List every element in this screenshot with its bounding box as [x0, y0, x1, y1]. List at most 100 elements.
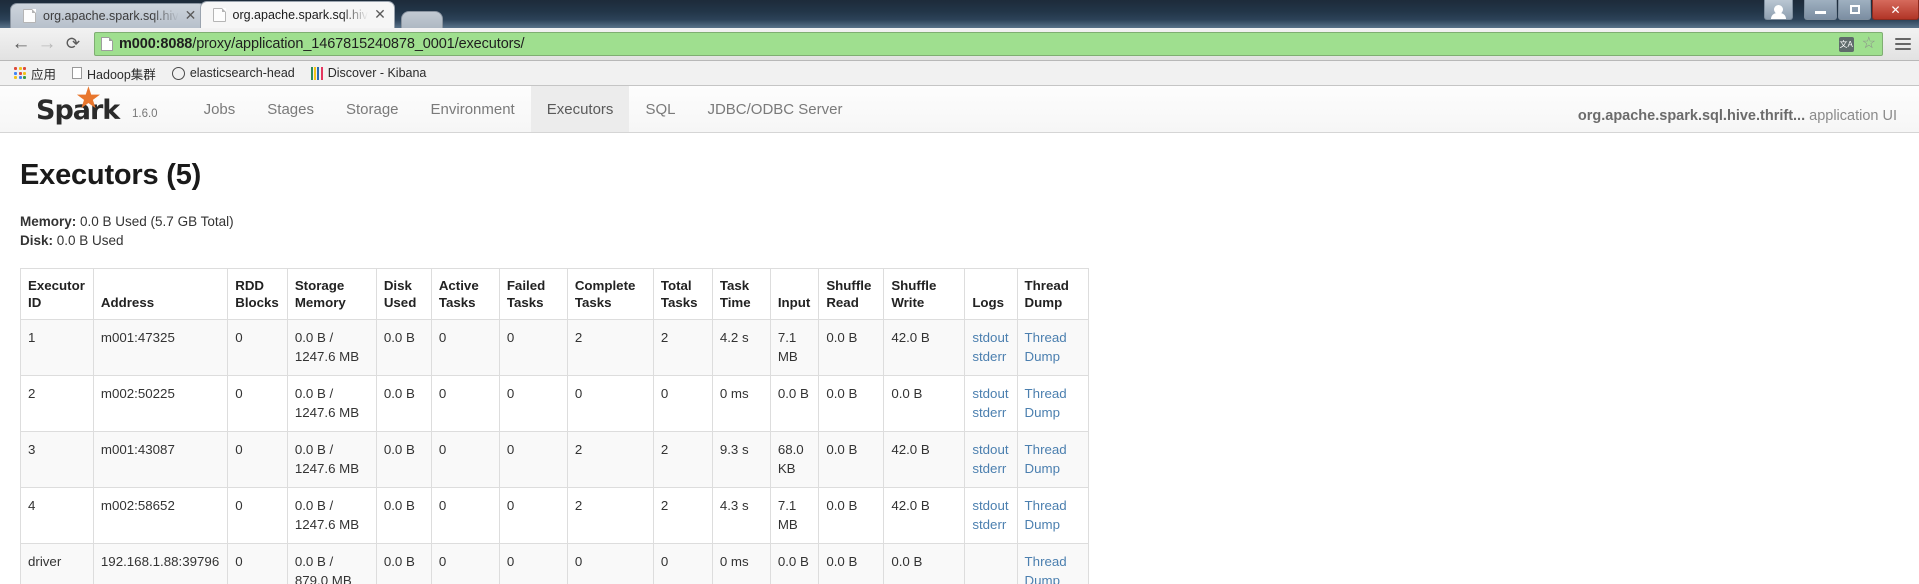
bookmark-elasticsearch-head[interactable]: elasticsearch-head [164, 63, 303, 83]
application-title-suffix: application UI [1805, 108, 1897, 124]
cell-complete-tasks: 0 [566, 375, 654, 432]
bookmark-hadoop[interactable]: Hadoop集群 [64, 63, 164, 83]
executors-table-body: 1 m001:47325 0 0.0 B / 1247.6 MB 0.0 B 0 0 2 2 4.… [20, 319, 1089, 584]
nav-tab-stages[interactable]: Stages [251, 86, 330, 132]
application-title: org.apache.spark.sql.hive.thrift... appl… [1578, 108, 1897, 124]
cell-shuffle-write: 42.0 B [883, 431, 966, 488]
cell-executor-id: driver [20, 543, 94, 584]
cell-storage-memory: 0.0 B / 1247.6 MB [286, 431, 377, 488]
cell-storage-memory: 0.0 B / 1247.6 MB [286, 375, 377, 432]
col-rdd-blocks[interactable]: RDD Blocks [227, 268, 288, 320]
bookmark-apps[interactable]: 应用 [6, 63, 64, 83]
cell-task-time: 9.3 s [711, 431, 771, 488]
thread-dump-link[interactable]: Thread Dump [1025, 498, 1067, 532]
log-link-wrapper: stderr [972, 403, 1008, 422]
col-input[interactable]: Input [769, 268, 820, 320]
page-content: Executors (5) Memory: 0.0 B Used (5.7 GB… [0, 159, 1919, 584]
col-address[interactable]: Address [92, 268, 229, 320]
maximize-button[interactable] [1838, 0, 1871, 20]
log-link-wrapper: stderr [972, 515, 1008, 534]
new-tab-button[interactable] [401, 11, 443, 28]
col-storage-memory[interactable]: Storage Memory [286, 268, 377, 320]
nav-tab-jobs[interactable]: Jobs [188, 86, 252, 132]
log-link-stderr[interactable]: stderr [972, 349, 1006, 364]
col-total-tasks[interactable]: Total Tasks [652, 268, 713, 320]
col-shuffle-read[interactable]: Shuffle Read [818, 268, 885, 320]
nav-tab-environment[interactable]: Environment [415, 86, 531, 132]
disk-value: 0.0 B Used [53, 233, 124, 248]
cell-storage-memory: 0.0 B / 1247.6 MB [286, 319, 377, 376]
thread-dump-link[interactable]: Thread Dump [1025, 330, 1067, 364]
nav-tab-storage[interactable]: Storage [330, 86, 415, 132]
user-icon [1771, 5, 1786, 19]
page-info-icon[interactable] [101, 37, 113, 51]
cell-logs: stdout stderr [964, 431, 1018, 488]
thread-dump-link[interactable]: Thread Dump [1025, 386, 1067, 420]
col-thread-dump[interactable]: Thread Dump [1016, 268, 1089, 320]
col-shuffle-write[interactable]: Shuffle Write [883, 268, 966, 320]
bookmark-label: elasticsearch-head [189, 66, 295, 80]
bookmark-star-icon[interactable]: ☆ [1862, 36, 1876, 52]
browser-tab-1[interactable]: org.apache.spark.sql.hiv ✕ [10, 3, 206, 28]
spark-version: 1.6.0 [132, 108, 158, 120]
omnibox-actions: 文A ☆ [1838, 36, 1876, 52]
cell-rdd-blocks: 0 [227, 543, 288, 584]
cell-disk-used: 0.0 B [375, 543, 432, 584]
col-complete-tasks[interactable]: Complete Tasks [566, 268, 654, 320]
browser-menu-icon[interactable] [1889, 38, 1911, 50]
log-link-stdout[interactable]: stdout [972, 386, 1008, 401]
log-link-stdout[interactable]: stdout [972, 442, 1008, 457]
col-failed-tasks[interactable]: Failed Tasks [498, 268, 568, 320]
reload-button[interactable]: ⟳ [60, 31, 86, 57]
translate-icon[interactable]: 文A [1838, 36, 1854, 52]
address-bar[interactable]: m000:8088/proxy/application_146781524087… [94, 32, 1883, 56]
cell-shuffle-read: 0.0 B [818, 375, 885, 432]
cell-task-time: 0 ms [711, 375, 771, 432]
forward-button[interactable]: → [34, 31, 60, 57]
cell-task-time: 4.3 s [711, 487, 771, 544]
resource-summary: Memory: 0.0 B Used (5.7 GB Total) Disk: … [20, 212, 1899, 250]
thread-dump-link[interactable]: Thread Dump [1025, 554, 1067, 584]
log-link-stdout[interactable]: stdout [972, 498, 1008, 513]
page-title: Executors (5) [20, 159, 202, 191]
close-tab-icon[interactable]: ✕ [372, 7, 388, 23]
browser-tab-2[interactable]: org.apache.spark.sql.hiv ✕ [199, 1, 395, 28]
back-button[interactable]: ← [8, 31, 34, 57]
browser-window: org.apache.spark.sql.hiv ✕ org.apache.sp… [0, 0, 1919, 584]
col-executor-id[interactable]: Executor ID [20, 268, 94, 320]
user-avatar-button[interactable] [1764, 0, 1793, 20]
col-disk-used[interactable]: Disk Used [375, 268, 432, 320]
spark-brand[interactable]: Spark ★ 1.6.0 [0, 84, 158, 132]
log-link-stdout[interactable]: stdout [972, 330, 1008, 345]
cell-shuffle-write: 42.0 B [883, 319, 966, 376]
table-row: 3 m001:43087 0 0.0 B / 1247.6 MB 0.0 B 0 0 2 2 9.… [20, 431, 1089, 488]
log-link-wrapper: stdout [972, 384, 1008, 403]
bookmark-kibana[interactable]: Discover - Kibana [303, 63, 435, 83]
log-link-wrapper: stderr [972, 459, 1008, 478]
col-active-tasks[interactable]: Active Tasks [430, 268, 500, 320]
col-logs[interactable]: Logs [964, 268, 1018, 320]
minimize-icon [1815, 11, 1826, 14]
minimize-button[interactable] [1804, 0, 1837, 20]
thread-dump-link[interactable]: Thread Dump [1025, 442, 1067, 476]
cell-thread-dump: Thread Dump [1016, 487, 1089, 544]
cell-failed-tasks: 0 [498, 375, 568, 432]
log-link-stderr[interactable]: stderr [972, 461, 1006, 476]
log-link-stderr[interactable]: stderr [972, 517, 1006, 532]
nav-tab-executors[interactable]: Executors [530, 86, 630, 132]
apps-grid-icon [14, 67, 26, 79]
spark-nav-tabs: Jobs Stages Storage Environment Executor… [188, 86, 859, 132]
bookmarks-bar: 应用 Hadoop集群 elasticsearch-head Discover … [0, 61, 1919, 86]
spark-navbar: Spark ★ 1.6.0 Jobs Stages Storage Enviro… [0, 84, 1919, 133]
cell-rdd-blocks: 0 [227, 487, 288, 544]
close-window-button[interactable]: ✕ [1872, 0, 1919, 20]
document-icon [72, 67, 83, 79]
close-tab-icon[interactable]: ✕ [183, 8, 199, 24]
nav-tab-jdbc-odbc-server[interactable]: JDBC/ODBC Server [691, 86, 858, 132]
cell-active-tasks: 0 [430, 543, 500, 584]
col-task-time[interactable]: Task Time [711, 268, 771, 320]
url-text: m000:8088/proxy/application_146781524087… [119, 36, 1839, 52]
cell-active-tasks: 0 [430, 431, 500, 488]
log-link-stderr[interactable]: stderr [972, 405, 1006, 420]
nav-tab-sql[interactable]: SQL [629, 86, 691, 132]
